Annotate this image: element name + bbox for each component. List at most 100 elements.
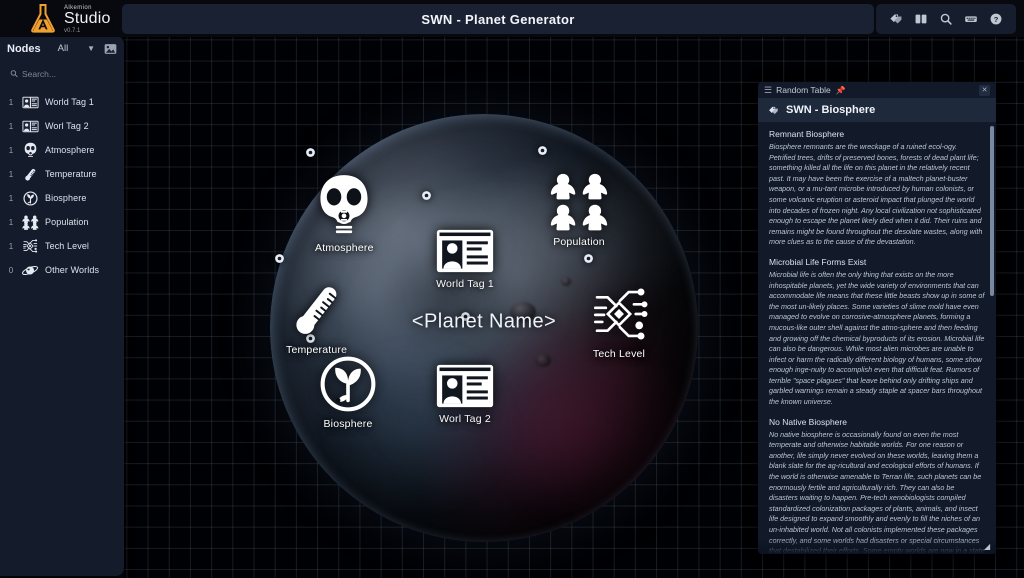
sidebar-item-label: Atmosphere [45,145,95,155]
resize-handle[interactable]: ◢ [984,542,994,552]
node-count: 1 [8,217,14,227]
connector-dot[interactable] [305,147,316,158]
help-button[interactable]: ? [986,9,1006,29]
sidebar-item-temperature[interactable]: 1 Temperature [0,162,124,186]
canvas-node-world-tag-1[interactable]: World Tag 1 [436,229,494,290]
help-icon: ? [990,13,1002,25]
node-canvas[interactable]: <Planet Name> Atmosphere World Tag 1 Pop… [124,37,1024,578]
random-table-entry: Remnant Biosphere Biosphere remnants are… [769,129,985,248]
sidebar-item-world-tag-1[interactable]: 1 World Tag 1 [0,90,124,114]
random-table-entry: No Native Biosphere No native biosphere … [769,417,985,554]
connector-dot[interactable] [583,253,594,264]
nodes-sidebar: Nodes All ▼ 1 [0,36,124,576]
keyboard-button[interactable] [961,9,981,29]
sidebar-node-list: 1 World Tag 1 1 Worl Tag 2 1 Atmosphere … [0,90,124,282]
app-version: v0.7.1 [64,27,81,34]
sprout-icon [21,190,39,207]
sidebar-item-tech-level[interactable]: 1 Tech Level [0,234,124,258]
canvas-node-worl-tag-2[interactable]: Worl Tag 2 [436,364,494,425]
random-table-header[interactable]: ☰ Random Table 📌 ✕ [758,82,996,98]
sidebar-item-other-worlds[interactable]: 0 Other Worlds [0,258,124,282]
sidebar-item-label: Worl Tag 2 [45,121,89,131]
book-icon [915,14,927,24]
app-root: Alkemion Studio v0.7.1 SWN - Planet Gene… [0,0,1024,578]
node-count: 1 [8,193,14,203]
canvas-node-label: Population [553,236,605,248]
random-table-panel[interactable]: ☰ Random Table 📌 ✕ SWN - Biosphere Remna… [758,82,996,554]
id-card-icon [21,94,39,111]
connector-dot[interactable] [274,253,285,264]
sidebar-item-label: World Tag 1 [45,97,94,107]
sidebar-item-label: Temperature [45,169,97,179]
sidebar-item-atmosphere[interactable]: 1 Atmosphere [0,138,124,162]
circuit-icon [590,285,648,343]
chevron-down-icon[interactable]: ▼ [87,44,95,53]
sidebar-filter-select[interactable]: All [58,43,69,54]
content-fade [758,538,996,554]
canvas-node-label: World Tag 1 [436,278,494,290]
canvas-node-temperature[interactable]: Temperature [286,281,347,356]
tags-button[interactable] [886,9,906,29]
sidebar-header: Nodes All ▼ [0,36,124,61]
id-card-icon [436,364,494,408]
sidebar-item-label: Other Worlds [45,265,100,275]
search-icon [940,13,952,25]
node-count: 0 [8,265,14,275]
entry-title: Remnant Biosphere [769,129,845,139]
search-input[interactable] [21,68,114,79]
random-table-title: SWN - Biosphere [786,104,876,116]
panel-window-label: Random Table [776,85,831,95]
close-icon[interactable]: ✕ [979,84,990,96]
page-title: SWN - Planet Generator [421,11,575,27]
planet-name-label[interactable]: <Planet Name> [412,311,556,334]
gas-mask-icon [315,173,373,237]
sidebar-item-population[interactable]: 1 Population [0,210,124,234]
node-count: 1 [8,97,14,107]
connector-dot[interactable] [421,190,432,201]
canvas-node-population[interactable]: Population [549,171,609,248]
node-count: 1 [8,241,14,251]
book-button[interactable] [911,9,931,29]
sidebar-item-biosphere[interactable]: 1 Biosphere [0,186,124,210]
sidebar-item-worl-tag-2[interactable]: 1 Worl Tag 2 [0,114,124,138]
svg-text:?: ? [993,15,998,24]
brand-name: Studio [64,9,111,27]
document-title-bar[interactable]: SWN - Planet Generator [122,4,874,34]
sidebar-search[interactable] [6,65,118,82]
sidebar-title: Nodes [7,42,41,55]
sidebar-item-label: Biosphere [45,193,87,203]
canvas-node-biosphere[interactable]: Biosphere [319,355,377,430]
canvas-node-label: Worl Tag 2 [439,413,491,425]
thermometer-icon [290,281,344,339]
search-button[interactable] [936,9,956,29]
tags-icon [890,14,902,24]
drag-handle-icon[interactable]: ☰ [764,85,772,95]
toolbar: ? [876,4,1016,34]
sprout-icon [319,355,377,413]
panel-scrollbar[interactable] [990,126,994,296]
tags-icon [769,106,778,114]
node-count: 1 [8,169,14,179]
random-table-body[interactable]: Remnant Biosphere Biosphere remnants are… [758,122,996,554]
meeples-icon [21,214,39,231]
canvas-node-label: Tech Level [592,348,646,360]
node-count: 1 [8,121,14,131]
gas-mask-icon [21,142,39,159]
random-table-title-row: SWN - Biosphere [758,98,996,122]
random-table-entry: Microbial Life Forms Exist Microbial lif… [769,257,985,408]
planet-icon [21,262,39,279]
flask-logo-icon [28,2,58,34]
canvas-node-atmosphere[interactable]: Atmosphere [315,173,374,254]
pin-icon[interactable]: 📌 [836,86,846,95]
entry-title: Microbial Life Forms Exist [769,256,867,267]
search-icon [10,70,18,78]
canvas-node-label: Biosphere [323,418,373,430]
canvas-node-tech-level[interactable]: Tech Level [590,285,648,360]
image-icon[interactable] [104,43,117,55]
connector-dot[interactable] [537,145,548,156]
thermometer-icon [21,166,39,183]
keyboard-icon [965,16,977,22]
node-count: 1 [8,145,14,155]
meeples-icon [549,171,609,231]
top-bar: Alkemion Studio v0.7.1 SWN - Planet Gene… [0,0,1024,37]
